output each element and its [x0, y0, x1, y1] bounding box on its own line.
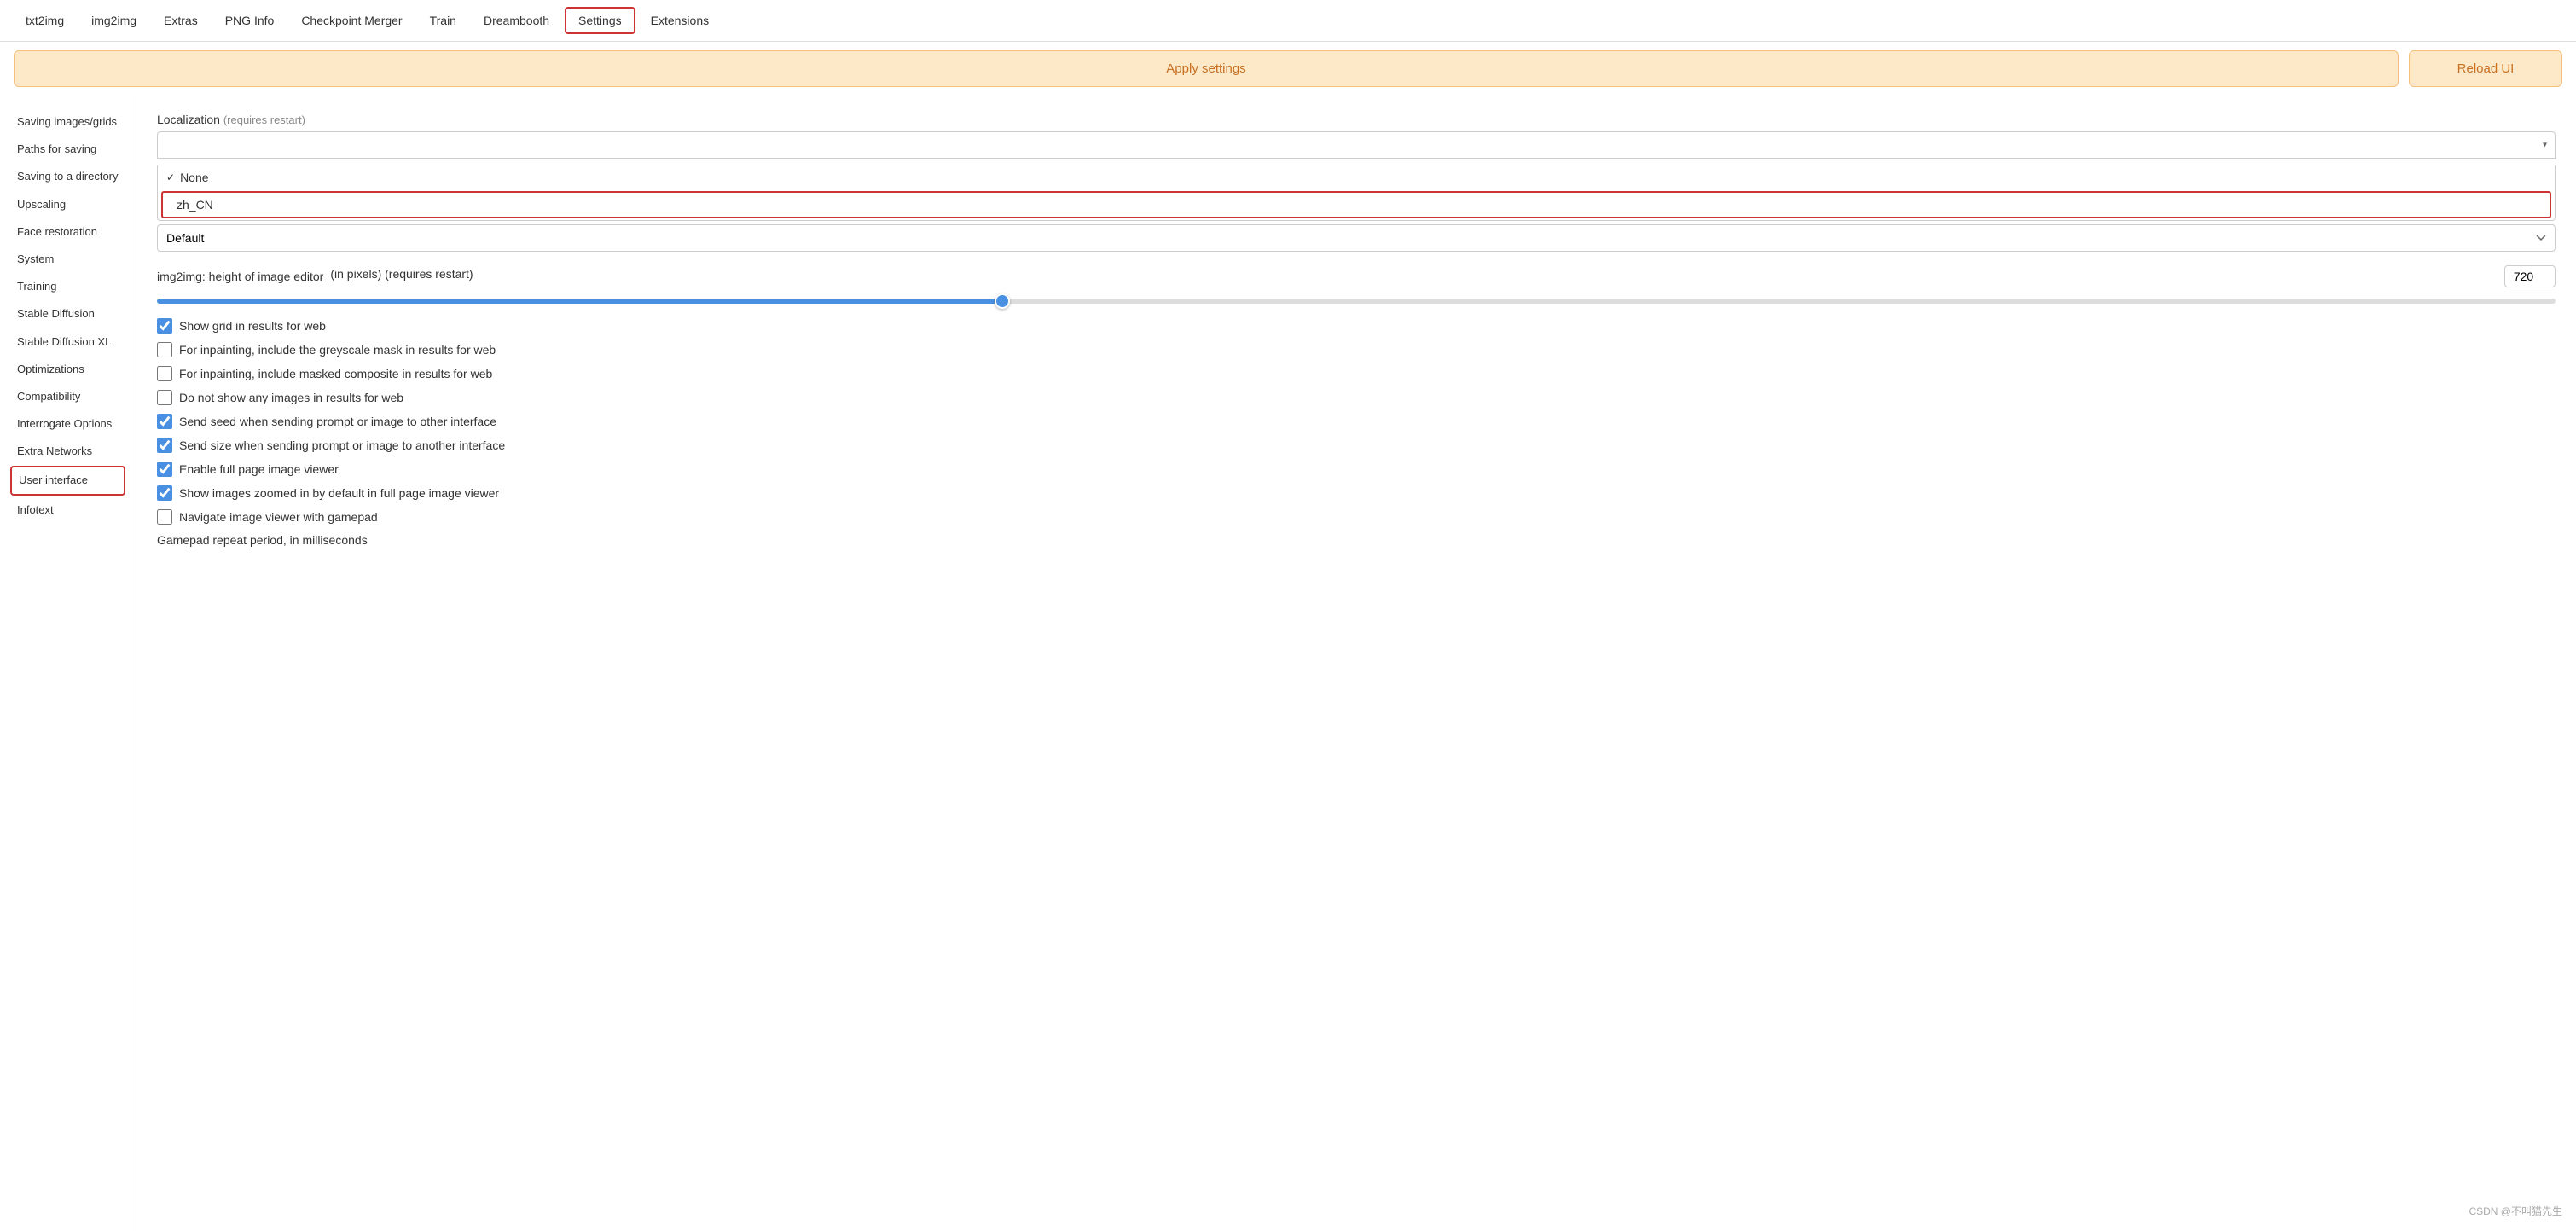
tab-checkpoint-merger[interactable]: Checkpoint Merger — [289, 9, 414, 32]
sidebar-item-interrogate-options[interactable]: Interrogate Options — [10, 411, 125, 437]
checkbox-do-not-show-images[interactable] — [157, 390, 172, 405]
top-navigation: txt2img img2img Extras PNG Info Checkpoi… — [0, 0, 2576, 42]
slider-value-input[interactable] — [2504, 265, 2556, 287]
localization-note: (requires restart) — [223, 113, 305, 126]
action-bar: Apply settings Reload UI — [0, 42, 2576, 96]
tab-dreambooth[interactable]: Dreambooth — [472, 9, 561, 32]
settings-content: Localization (requires restart) ▾ ✓ None… — [136, 96, 2576, 1231]
checkbox-row-send-size: Send size when sending prompt or image t… — [157, 438, 2556, 453]
slider-section: img2img: height of image editor (in pixe… — [157, 265, 2556, 306]
tab-png-info[interactable]: PNG Info — [213, 9, 287, 32]
slider-note: (in pixels) (requires restart) — [330, 267, 473, 281]
sidebar-item-user-interface[interactable]: User interface — [10, 466, 125, 495]
default-dropdown[interactable]: Default — [157, 224, 2556, 252]
tab-settings[interactable]: Settings — [565, 7, 635, 34]
localization-dropdown-arrow-icon: ▾ — [2543, 141, 2547, 150]
checkbox-send-size[interactable] — [157, 438, 172, 453]
sidebar-item-compatibility[interactable]: Compatibility — [10, 384, 125, 409]
reload-ui-button[interactable]: Reload UI — [2409, 50, 2562, 87]
checkboxes-section: Show grid in results for web For inpaint… — [157, 318, 2556, 525]
apply-settings-button[interactable]: Apply settings — [14, 50, 2399, 87]
localization-label-text: Localization — [157, 113, 220, 126]
slider-control[interactable] — [157, 299, 2556, 304]
localization-option-none[interactable]: ✓ None — [158, 165, 2555, 189]
checkbox-show-images-zoomed[interactable] — [157, 485, 172, 501]
footer-watermark: CSDN @不叫猫先生 — [2469, 1204, 2562, 1218]
checkbox-enable-full-page[interactable] — [157, 462, 172, 477]
checkbox-include-masked-composite[interactable] — [157, 366, 172, 381]
localization-input[interactable] — [157, 131, 2556, 159]
sidebar-item-upscaling[interactable]: Upscaling — [10, 192, 125, 218]
tab-extras[interactable]: Extras — [152, 9, 210, 32]
tab-img2img[interactable]: img2img — [79, 9, 148, 32]
tab-txt2img[interactable]: txt2img — [14, 9, 76, 32]
sidebar-item-face-restoration[interactable]: Face restoration — [10, 219, 125, 245]
localization-label: Localization (requires restart) — [157, 113, 2556, 126]
checkbox-include-masked-composite-label: For inpainting, include masked composite… — [179, 367, 492, 380]
main-layout: Saving images/grids Paths for saving Sav… — [0, 96, 2576, 1231]
sidebar-item-stable-diffusion[interactable]: Stable Diffusion — [10, 301, 125, 327]
localization-option-zh-cn[interactable]: zh_CN — [161, 191, 2551, 218]
sidebar-item-infotext[interactable]: Infotext — [10, 497, 125, 523]
sidebar-item-extra-networks[interactable]: Extra Networks — [10, 438, 125, 464]
checkbox-include-greyscale[interactable] — [157, 342, 172, 357]
checkbox-row-include-greyscale: For inpainting, include the greyscale ma… — [157, 342, 2556, 357]
sidebar-item-training[interactable]: Training — [10, 274, 125, 299]
checkbox-include-greyscale-label: For inpainting, include the greyscale ma… — [179, 343, 496, 357]
slider-label-text: img2img: height of image editor — [157, 270, 323, 283]
sidebar-item-paths-for-saving[interactable]: Paths for saving — [10, 136, 125, 162]
checkbox-row-do-not-show-images: Do not show any images in results for we… — [157, 390, 2556, 405]
check-icon: ✓ — [166, 171, 175, 183]
checkbox-row-show-images-zoomed: Show images zoomed in by default in full… — [157, 485, 2556, 501]
option-none-label: None — [180, 171, 208, 184]
option-zh-cn-label: zh_CN — [177, 198, 213, 212]
checkbox-send-seed-label: Send seed when sending prompt or image t… — [179, 415, 496, 428]
default-dropdown-wrapper: Default — [157, 224, 2556, 252]
checkbox-show-images-zoomed-label: Show images zoomed in by default in full… — [179, 486, 499, 500]
checkbox-enable-full-page-label: Enable full page image viewer — [179, 462, 339, 476]
checkbox-navigate-gamepad[interactable] — [157, 509, 172, 525]
checkbox-row-send-seed: Send seed when sending prompt or image t… — [157, 414, 2556, 429]
checkbox-navigate-gamepad-label: Navigate image viewer with gamepad — [179, 510, 378, 524]
localization-dropdown-container: ▾ — [157, 131, 2556, 159]
checkbox-do-not-show-images-label: Do not show any images in results for we… — [179, 391, 403, 404]
sidebar-item-saving-to-directory[interactable]: Saving to a directory — [10, 164, 125, 189]
checkbox-show-grid-label: Show grid in results for web — [179, 319, 326, 333]
checkbox-row-navigate-gamepad: Navigate image viewer with gamepad — [157, 509, 2556, 525]
sidebar-item-saving-images-grids[interactable]: Saving images/grids — [10, 109, 125, 135]
localization-dropdown-list: ✓ None zh_CN — [157, 165, 2556, 221]
checkbox-row-show-grid: Show grid in results for web — [157, 318, 2556, 334]
sidebar: Saving images/grids Paths for saving Sav… — [0, 96, 136, 1231]
checkbox-show-grid[interactable] — [157, 318, 172, 334]
checkbox-send-seed[interactable] — [157, 414, 172, 429]
checkbox-send-size-label: Send size when sending prompt or image t… — [179, 438, 505, 452]
sidebar-item-system[interactable]: System — [10, 247, 125, 272]
sidebar-item-stable-diffusion-xl[interactable]: Stable Diffusion XL — [10, 329, 125, 355]
gamepad-period-label: Gamepad repeat period, in milliseconds — [157, 533, 2556, 547]
checkbox-row-enable-full-page: Enable full page image viewer — [157, 462, 2556, 477]
tab-train[interactable]: Train — [418, 9, 468, 32]
sidebar-item-optimizations[interactable]: Optimizations — [10, 357, 125, 382]
checkbox-row-include-masked-composite: For inpainting, include masked composite… — [157, 366, 2556, 381]
tab-extensions[interactable]: Extensions — [639, 9, 721, 32]
